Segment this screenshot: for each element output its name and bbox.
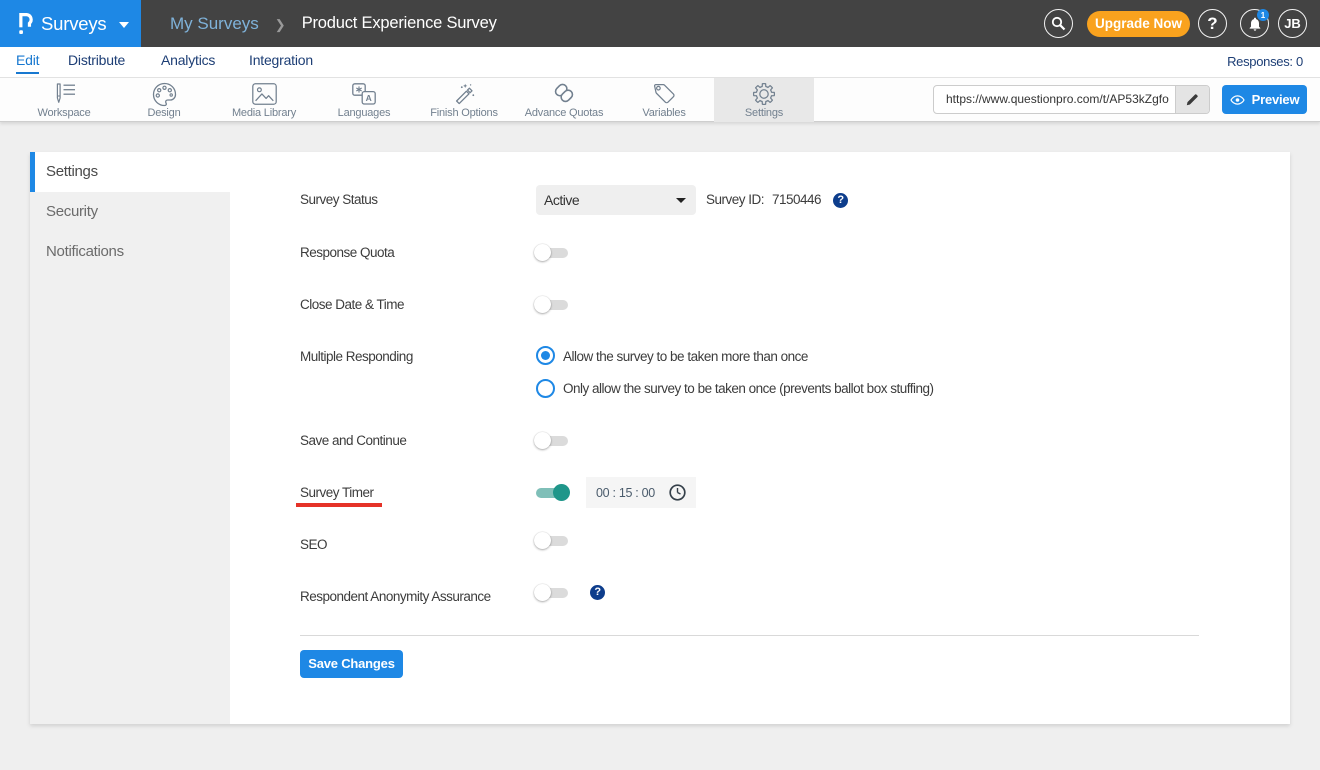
svg-text:A: A [366, 93, 372, 103]
